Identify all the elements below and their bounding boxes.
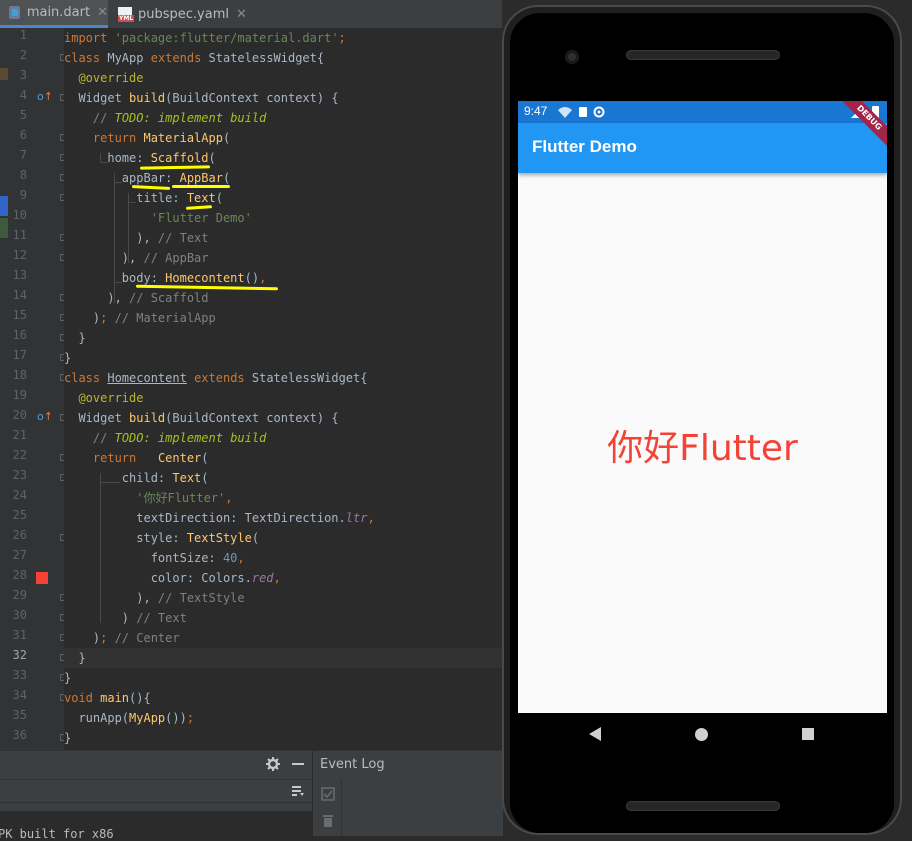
code-editor[interactable]: import 'package:flutter/material.dart'; …	[64, 28, 502, 750]
android-status-bar: 9:47	[518, 101, 887, 123]
app-bar-title: Flutter Demo	[532, 137, 637, 156]
override-marker-icon[interactable]: o↑	[37, 410, 53, 423]
close-tab-icon[interactable]: ✕	[97, 5, 108, 20]
color-swatch-icon[interactable]	[36, 572, 48, 584]
line-number: 29	[12, 588, 27, 602]
trash-icon[interactable]	[322, 813, 334, 827]
line-number: 27	[12, 548, 27, 562]
tab-label: pubspec.yaml	[138, 6, 229, 22]
console-toolbar	[0, 779, 312, 803]
layout-options-icon[interactable]	[291, 784, 305, 798]
yaml-file-icon: YML	[118, 6, 135, 22]
emulator-screen[interactable]: 9:47 Flutter Demo DEBUG 你好Flutter	[518, 101, 887, 713]
line-number: 15	[12, 308, 27, 322]
line-number: 3	[19, 68, 27, 82]
front-camera-icon	[565, 50, 579, 64]
line-number: 6	[19, 128, 27, 142]
tab-pubspec-yaml[interactable]: YML pubspec.yaml ✕	[112, 0, 247, 28]
line-number: 14	[12, 288, 27, 302]
body-text: 你好Flutter	[607, 428, 798, 469]
settings-gear-icon[interactable]	[266, 757, 280, 771]
line-number: 16	[12, 328, 27, 342]
line-number: 22	[12, 448, 27, 462]
line-number: 24	[12, 488, 27, 502]
line-number: 12	[12, 248, 27, 262]
line-number: 28	[12, 568, 27, 582]
event-log-title[interactable]: Event Log	[320, 757, 385, 772]
line-number: 30	[12, 608, 27, 622]
line-number: 13	[12, 268, 27, 282]
android-nav-bar	[518, 713, 887, 757]
sd-card-icon	[579, 107, 587, 117]
bottom-speaker-grille	[626, 801, 780, 811]
line-number: 10	[12, 208, 27, 222]
back-icon[interactable]	[589, 727, 601, 741]
minimize-icon[interactable]	[292, 763, 304, 765]
bottom-tool-panel: PK built for x86 Event Log	[0, 750, 503, 841]
line-number: 2	[19, 48, 27, 62]
tab-main-dart[interactable]: main.dart ✕	[0, 0, 108, 28]
line-number: 5	[19, 108, 27, 122]
line-number: 1	[19, 28, 27, 42]
current-line-highlight: }	[64, 648, 502, 668]
line-number: 21	[12, 428, 27, 442]
home-icon[interactable]	[695, 728, 708, 741]
status-time: 9:47	[524, 104, 548, 118]
mark-read-icon[interactable]	[321, 787, 335, 801]
close-tab-icon[interactable]: ✕	[236, 7, 247, 22]
line-number: 31	[12, 628, 27, 642]
line-number: 36	[12, 728, 27, 742]
line-number: 8	[19, 168, 27, 182]
line-number: 4	[19, 88, 27, 102]
line-number: 19	[12, 388, 27, 402]
annotation-underline	[172, 185, 230, 188]
line-number: 17	[12, 348, 27, 362]
line-number: 23	[12, 468, 27, 482]
line-number: 34	[12, 688, 27, 702]
dart-file-icon	[8, 5, 21, 20]
sync-icon	[593, 106, 605, 118]
line-number: 7	[19, 148, 27, 162]
left-tool-strip	[0, 28, 8, 750]
line-number-current: 32	[12, 648, 27, 662]
console-text: PK built for x86	[0, 827, 114, 841]
editor-tab-bar: main.dart ✕ YML pubspec.yaml ✕	[0, 0, 502, 29]
line-number: 20	[12, 408, 27, 422]
app-bar: Flutter Demo	[518, 123, 887, 173]
tab-label: main.dart	[26, 5, 91, 20]
line-number: 26	[12, 528, 27, 542]
override-marker-icon[interactable]: o↑	[37, 90, 53, 103]
line-number: 25	[12, 508, 27, 522]
line-number: 33	[12, 668, 27, 682]
wifi-icon	[558, 107, 572, 118]
line-number: 18	[12, 368, 27, 382]
line-number: 11	[12, 228, 27, 242]
event-log-panel: Event Log	[312, 751, 503, 836]
recent-apps-icon[interactable]	[802, 728, 814, 740]
console-output: PK built for x86	[0, 811, 312, 841]
top-speaker-grille	[626, 50, 780, 60]
line-number: 9	[19, 188, 27, 202]
line-number: 35	[12, 708, 27, 722]
editor-gutter: 1 2 3 4 o↑ 5 6 7 8 9 10 11 12 13 14 15 16…	[8, 28, 66, 750]
